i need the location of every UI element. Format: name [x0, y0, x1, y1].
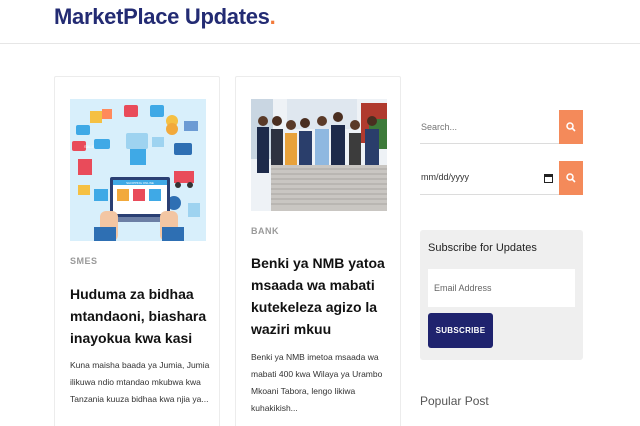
post-excerpt: Benki ya NMB imetoa msaada wa mabati 400… — [251, 352, 383, 413]
search-button[interactable] — [559, 110, 583, 144]
subscribe-button[interactable]: SUBSCRIBE — [428, 313, 493, 348]
search-input[interactable] — [420, 110, 560, 144]
post-category[interactable]: SMES — [70, 256, 98, 266]
post-category[interactable]: BANK — [251, 226, 279, 236]
site-header: MarketPlace Updates. — [0, 0, 640, 44]
donation-photo — [251, 99, 387, 241]
post-title[interactable]: Huduma za bidhaa mtandaoni, biashara ina… — [70, 283, 210, 349]
post-card: BANK Benki ya NMB yatoa msaada wa mabati… — [235, 76, 401, 426]
date-input-value: mm/dd/yyyy — [421, 172, 470, 182]
search-form — [420, 110, 583, 144]
subscribe-title: Subscribe for Updates — [428, 242, 537, 254]
date-search-button[interactable] — [559, 161, 583, 195]
site-title[interactable]: MarketPlace Updates. — [54, 4, 276, 30]
subscribe-widget: Subscribe for Updates Email Address SUBS… — [420, 230, 583, 360]
email-field[interactable]: Email Address — [428, 269, 575, 307]
site-title-dot: . — [269, 4, 276, 29]
site-title-text: MarketPlace Updates — [54, 4, 270, 29]
post-thumbnail-nmb-donation[interactable] — [251, 99, 387, 241]
date-input[interactable]: mm/dd/yyyy — [420, 161, 560, 195]
post-title[interactable]: Benki ya NMB yatoa msaada wa mabati kute… — [251, 252, 391, 340]
sale-tag-text: SALE — [84, 144, 95, 149]
post-card: SALE SHOPPING ONLINE SMES Huduma za bidh… — [54, 76, 220, 426]
date-filter-form: mm/dd/yyyy — [420, 161, 583, 195]
post-thumbnail-online-shopping[interactable]: SALE SHOPPING ONLINE — [70, 99, 206, 241]
search-icon — [566, 122, 576, 132]
online-shopping-illustration: SALE SHOPPING ONLINE — [70, 99, 206, 241]
laptop-screen-sign: SHOPPING ONLINE — [126, 181, 154, 185]
post-excerpt: Kuna maisha baada ya Jumia, Jumia ilikuw… — [70, 360, 210, 404]
email-placeholder: Email Address — [434, 283, 492, 293]
search-icon — [566, 173, 576, 183]
calendar-icon[interactable] — [544, 173, 553, 183]
popular-post-heading: Popular Post — [420, 394, 489, 408]
